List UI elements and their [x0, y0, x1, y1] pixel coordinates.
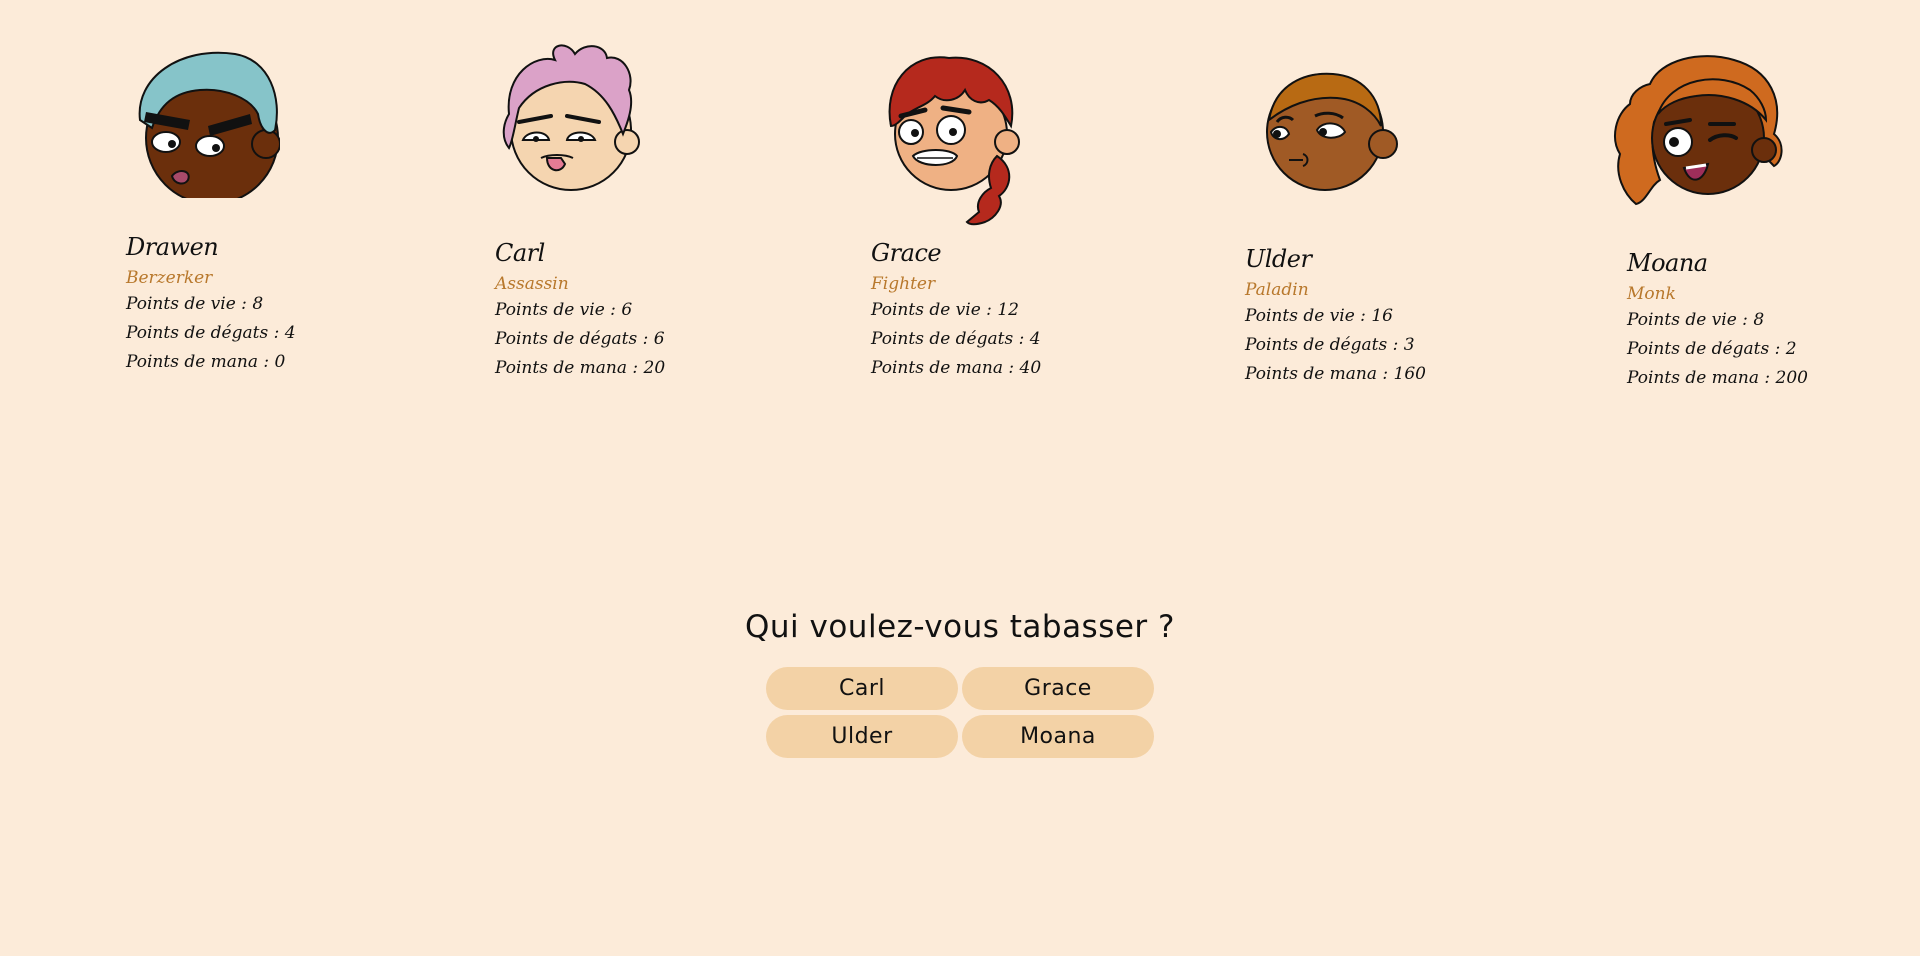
moana-portrait-icon [1610, 54, 1790, 214]
attack-target-question: Qui voulez-vous tabasser ? [744, 609, 1175, 645]
target-button-carl[interactable]: Carl [766, 667, 958, 710]
character-class: Paladin [1245, 280, 1309, 300]
stat-hp: Points de vie : 12 [871, 300, 1019, 320]
character-class: Monk [1627, 284, 1676, 304]
stat-mana: Points de mana : 200 [1627, 368, 1808, 388]
stat-mana: Points de mana : 20 [495, 358, 666, 378]
character-name: Moana [1627, 249, 1708, 277]
stat-damage: Points de dégats : 4 [126, 323, 296, 343]
stat-mana: Points de mana : 40 [871, 358, 1042, 378]
stat-hp: Points de vie : 8 [1627, 310, 1765, 330]
character-name: Drawen [126, 233, 219, 261]
stat-damage: Points de dégats : 2 [1627, 339, 1797, 359]
target-buttons: Carl Grace Ulder Moana [766, 667, 1154, 758]
ulder-portrait-icon [1261, 70, 1411, 220]
stat-damage: Points de dégats : 4 [871, 329, 1041, 349]
stat-damage: Points de dégats : 6 [495, 329, 665, 349]
stat-hp: Points de vie : 16 [1245, 306, 1393, 326]
character-name: Ulder [1245, 245, 1312, 273]
stat-hp: Points de vie : 8 [126, 294, 264, 314]
stat-damage: Points de dégats : 3 [1245, 335, 1415, 355]
stat-hp: Points de vie : 6 [495, 300, 633, 320]
target-button-ulder[interactable]: Ulder [766, 715, 958, 758]
character-name: Carl [495, 239, 545, 267]
character-class: Fighter [871, 274, 936, 294]
target-button-grace[interactable]: Grace [962, 667, 1154, 710]
grace-portrait-icon [879, 56, 1029, 226]
character-class: Berzerker [126, 268, 213, 288]
stat-mana: Points de mana : 0 [126, 352, 286, 372]
stat-mana: Points de mana : 160 [1245, 364, 1426, 384]
character-class: Assassin [495, 274, 569, 294]
game-screen: Drawen Berzerker Points de vie : 8 Point… [0, 0, 1920, 956]
character-name: Grace [871, 239, 942, 267]
carl-portrait-icon [495, 44, 645, 194]
drawen-portrait-icon [130, 48, 280, 198]
target-button-moana[interactable]: Moana [962, 715, 1154, 758]
